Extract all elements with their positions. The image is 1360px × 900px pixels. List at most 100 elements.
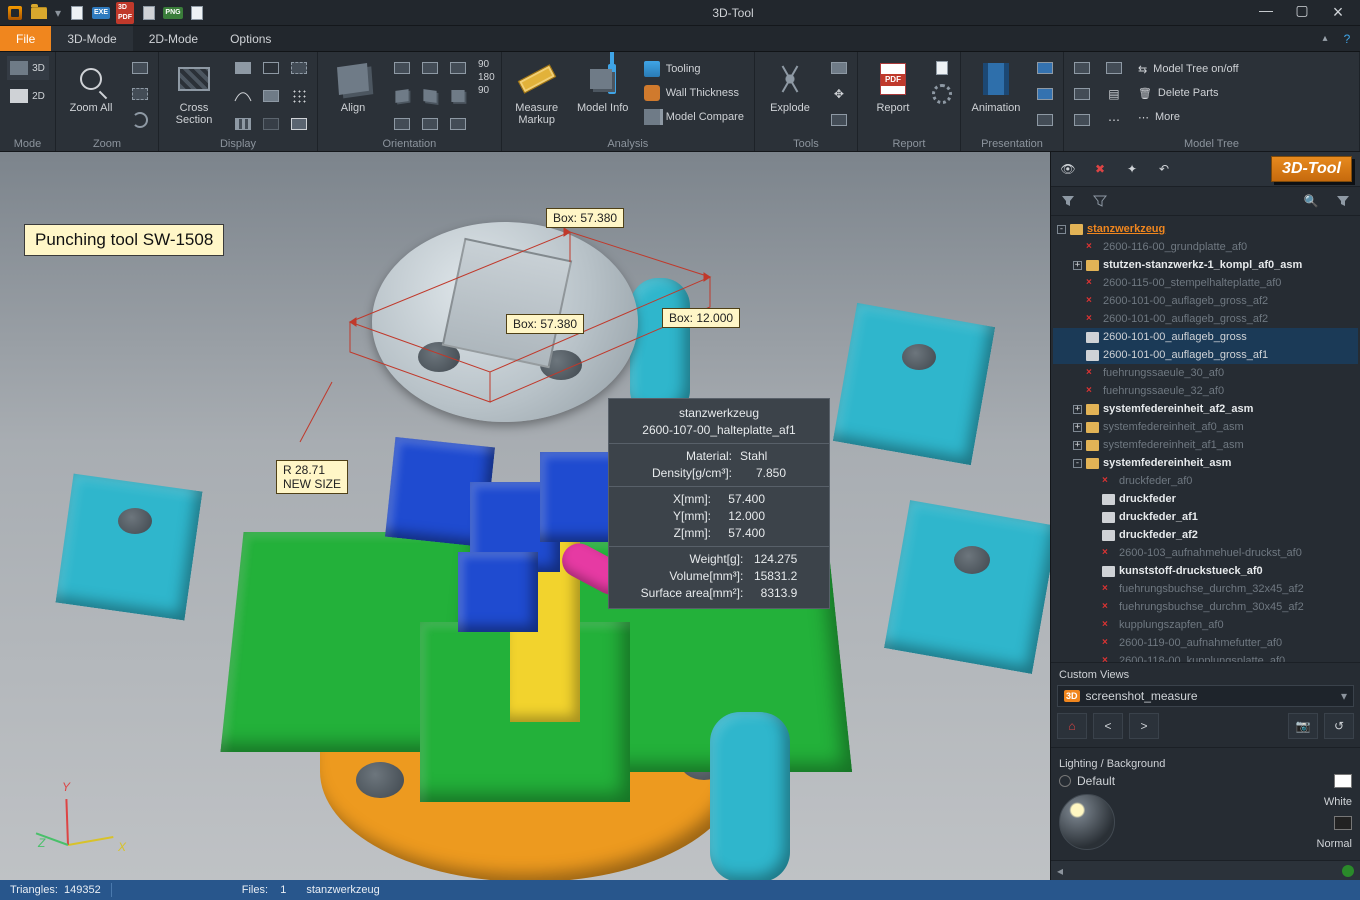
tree-node[interactable]: ×fuehrungsbuchse_durchm_30x45_af2 xyxy=(1053,598,1358,616)
model-compare-button[interactable]: Model Compare xyxy=(640,106,748,128)
panel-footer-expand-icon[interactable]: ◂ xyxy=(1057,864,1063,878)
mt-iconcol-b[interactable] xyxy=(1070,82,1094,106)
measure-markup-button[interactable]: Measure Markup xyxy=(508,56,566,126)
shade-solid-icon[interactable] xyxy=(231,56,255,80)
tool-extra-icon[interactable] xyxy=(827,108,851,132)
filter-clear-icon[interactable] xyxy=(1085,187,1115,215)
custom-view-reset-icon[interactable]: ↺ xyxy=(1324,713,1354,739)
zoom-window-icon[interactable] xyxy=(128,56,152,80)
view-iso2-icon[interactable] xyxy=(418,84,442,108)
present-b-icon[interactable] xyxy=(1033,82,1057,106)
cross-section-button[interactable]: Cross Section xyxy=(165,56,223,126)
filter-menu-icon[interactable] xyxy=(1328,187,1358,215)
tree-expander-icon[interactable]: - xyxy=(1073,459,1082,468)
maximize-button[interactable]: ▢ xyxy=(1290,2,1314,23)
tree-node[interactable]: ×kupplungszapfen_af0 xyxy=(1053,616,1358,634)
mode-3d-button[interactable]: 3D xyxy=(7,56,49,80)
tab-file[interactable]: File xyxy=(0,26,51,51)
tree-expander-icon[interactable]: + xyxy=(1073,423,1082,432)
qat-save-png-icon[interactable]: PNG xyxy=(164,4,182,22)
shade-texture-icon[interactable] xyxy=(231,112,255,136)
tree-node[interactable]: ×2600-101-00_auflageb_gross_af2 xyxy=(1053,292,1358,310)
explode-button[interactable]: Explode xyxy=(761,56,819,114)
report-button[interactable]: Report xyxy=(864,56,922,114)
report-settings-icon[interactable] xyxy=(930,82,954,106)
tree-node[interactable]: ×druckfeder_af0 xyxy=(1053,472,1358,490)
shade-points-icon[interactable] xyxy=(287,84,311,108)
help-icon[interactable]: ? xyxy=(1334,26,1360,51)
tree-node[interactable]: ×2600-119-00_aufnahmefutter_af0 xyxy=(1053,634,1358,652)
animation-button[interactable]: Animation xyxy=(967,56,1025,114)
qat-dropdown-icon[interactable]: ▾ xyxy=(54,4,62,22)
shade-curve-icon[interactable] xyxy=(231,84,255,108)
tree-node[interactable]: 2600-101-00_auflageb_gross_af1 xyxy=(1053,346,1358,364)
tree-node[interactable]: ×fuehrungsbuchse_durchm_32x45_af2 xyxy=(1053,580,1358,598)
qat-save-3dpdf-icon[interactable]: 3DPDF xyxy=(116,4,134,22)
shade-wire-icon[interactable] xyxy=(259,56,283,80)
tree-node[interactable]: ×2600-116-00_grundplatte_af0 xyxy=(1053,238,1358,256)
qat-save-exe-icon[interactable]: EXE xyxy=(92,4,110,22)
viewport-3d[interactable]: Punching tool SW-1508 xyxy=(0,152,1050,880)
mt-iconcol-e[interactable]: ▤ xyxy=(1102,82,1126,106)
lighting-sphere[interactable] xyxy=(1059,794,1115,850)
mode-2d-button[interactable]: 2D xyxy=(7,84,49,108)
eye-off-icon[interactable]: ✖ xyxy=(1085,155,1115,183)
custom-views-select[interactable]: 3D screenshot_measure ▾ xyxy=(1057,685,1354,707)
delete-parts-button[interactable]: 🗑Delete Parts xyxy=(1134,82,1243,104)
tab-2d-mode[interactable]: 2D-Mode xyxy=(133,26,214,51)
custom-view-prev-button[interactable]: < xyxy=(1093,713,1123,739)
tree-node[interactable]: ×2600-118-00_kupplungsplatte_af0 xyxy=(1053,652,1358,662)
tool-coord-icon[interactable]: ✥ xyxy=(827,82,851,106)
custom-view-save-icon[interactable]: 📷 xyxy=(1288,713,1318,739)
eye-icon[interactable]: 👁 xyxy=(1053,155,1083,183)
zoom-all-button[interactable]: Zoom All xyxy=(62,56,120,114)
tree-node[interactable]: ×fuehrungssaeule_32_af0 xyxy=(1053,382,1358,400)
tree-node[interactable]: ×2600-103_aufnahmehuel-druckst_af0 xyxy=(1053,544,1358,562)
tree-node[interactable]: +stutzen-stanzwerkz-1_kompl_af0_asm xyxy=(1053,256,1358,274)
view-front-icon[interactable] xyxy=(390,56,414,80)
mt-iconcol-f[interactable]: ⋯ xyxy=(1102,108,1126,132)
tree-node[interactable]: kunststoff-druckstueck_af0 xyxy=(1053,562,1358,580)
tree-expander-icon[interactable]: + xyxy=(1073,441,1082,450)
model-info-button[interactable]: Model Info xyxy=(574,56,632,114)
custom-view-home-icon[interactable]: ⌂ xyxy=(1057,713,1087,739)
shade-hidden-icon[interactable] xyxy=(287,56,311,80)
search-tree-icon[interactable]: 🔍 xyxy=(1296,187,1326,215)
qat-save-ddd-icon[interactable] xyxy=(68,4,86,22)
minimize-button[interactable]: — xyxy=(1254,2,1278,23)
bg-white-swatch[interactable] xyxy=(1334,774,1352,788)
tree-node[interactable]: druckfeder_af1 xyxy=(1053,508,1358,526)
highlight-icon[interactable]: ✦ xyxy=(1117,155,1147,183)
mt-iconcol-a[interactable] xyxy=(1070,56,1094,80)
shade-xray-icon[interactable] xyxy=(259,112,283,136)
tree-node[interactable]: +systemfedereinheit_af1_asm xyxy=(1053,436,1358,454)
tree-node[interactable]: ×2600-101-00_auflageb_gross_af2 xyxy=(1053,310,1358,328)
tree-expander-icon[interactable]: - xyxy=(1057,225,1066,234)
lighting-default-radio[interactable] xyxy=(1059,775,1071,787)
mt-iconcol-c[interactable] xyxy=(1070,108,1094,132)
undo-icon[interactable]: ↶ xyxy=(1149,155,1179,183)
more-button[interactable]: ⋯More xyxy=(1134,106,1243,128)
tab-options[interactable]: Options xyxy=(214,26,287,51)
view-iso3-icon[interactable] xyxy=(446,84,470,108)
tree-node[interactable]: druckfeder_af2 xyxy=(1053,526,1358,544)
view-bottom-icon[interactable] xyxy=(418,112,442,136)
present-a-icon[interactable] xyxy=(1033,56,1057,80)
view-iso1-icon[interactable] xyxy=(390,84,414,108)
tree-node[interactable]: druckfeder xyxy=(1053,490,1358,508)
shade-flat-icon[interactable] xyxy=(259,84,283,108)
model-tree-toggle-button[interactable]: ⇆Model Tree on/off xyxy=(1134,58,1243,80)
model-tree[interactable]: -stanzwerkzeug×2600-116-00_grundplatte_a… xyxy=(1051,216,1360,662)
tab-3d-mode[interactable]: 3D-Mode xyxy=(51,26,132,51)
tree-expander-icon[interactable]: + xyxy=(1073,405,1082,414)
view-back-icon[interactable] xyxy=(390,112,414,136)
close-button[interactable]: × xyxy=(1326,2,1350,23)
present-c-icon[interactable] xyxy=(1033,108,1057,132)
zoom-rotate-icon[interactable] xyxy=(128,108,152,132)
filter-icon[interactable] xyxy=(1053,187,1083,215)
shade-extra-icon[interactable] xyxy=(287,112,311,136)
ribbon-collapse-icon[interactable]: ▴ xyxy=(1316,26,1334,51)
tree-node[interactable]: -stanzwerkzeug xyxy=(1053,220,1358,238)
qat-print-icon[interactable] xyxy=(140,4,158,22)
report-doc-icon[interactable] xyxy=(930,56,954,80)
